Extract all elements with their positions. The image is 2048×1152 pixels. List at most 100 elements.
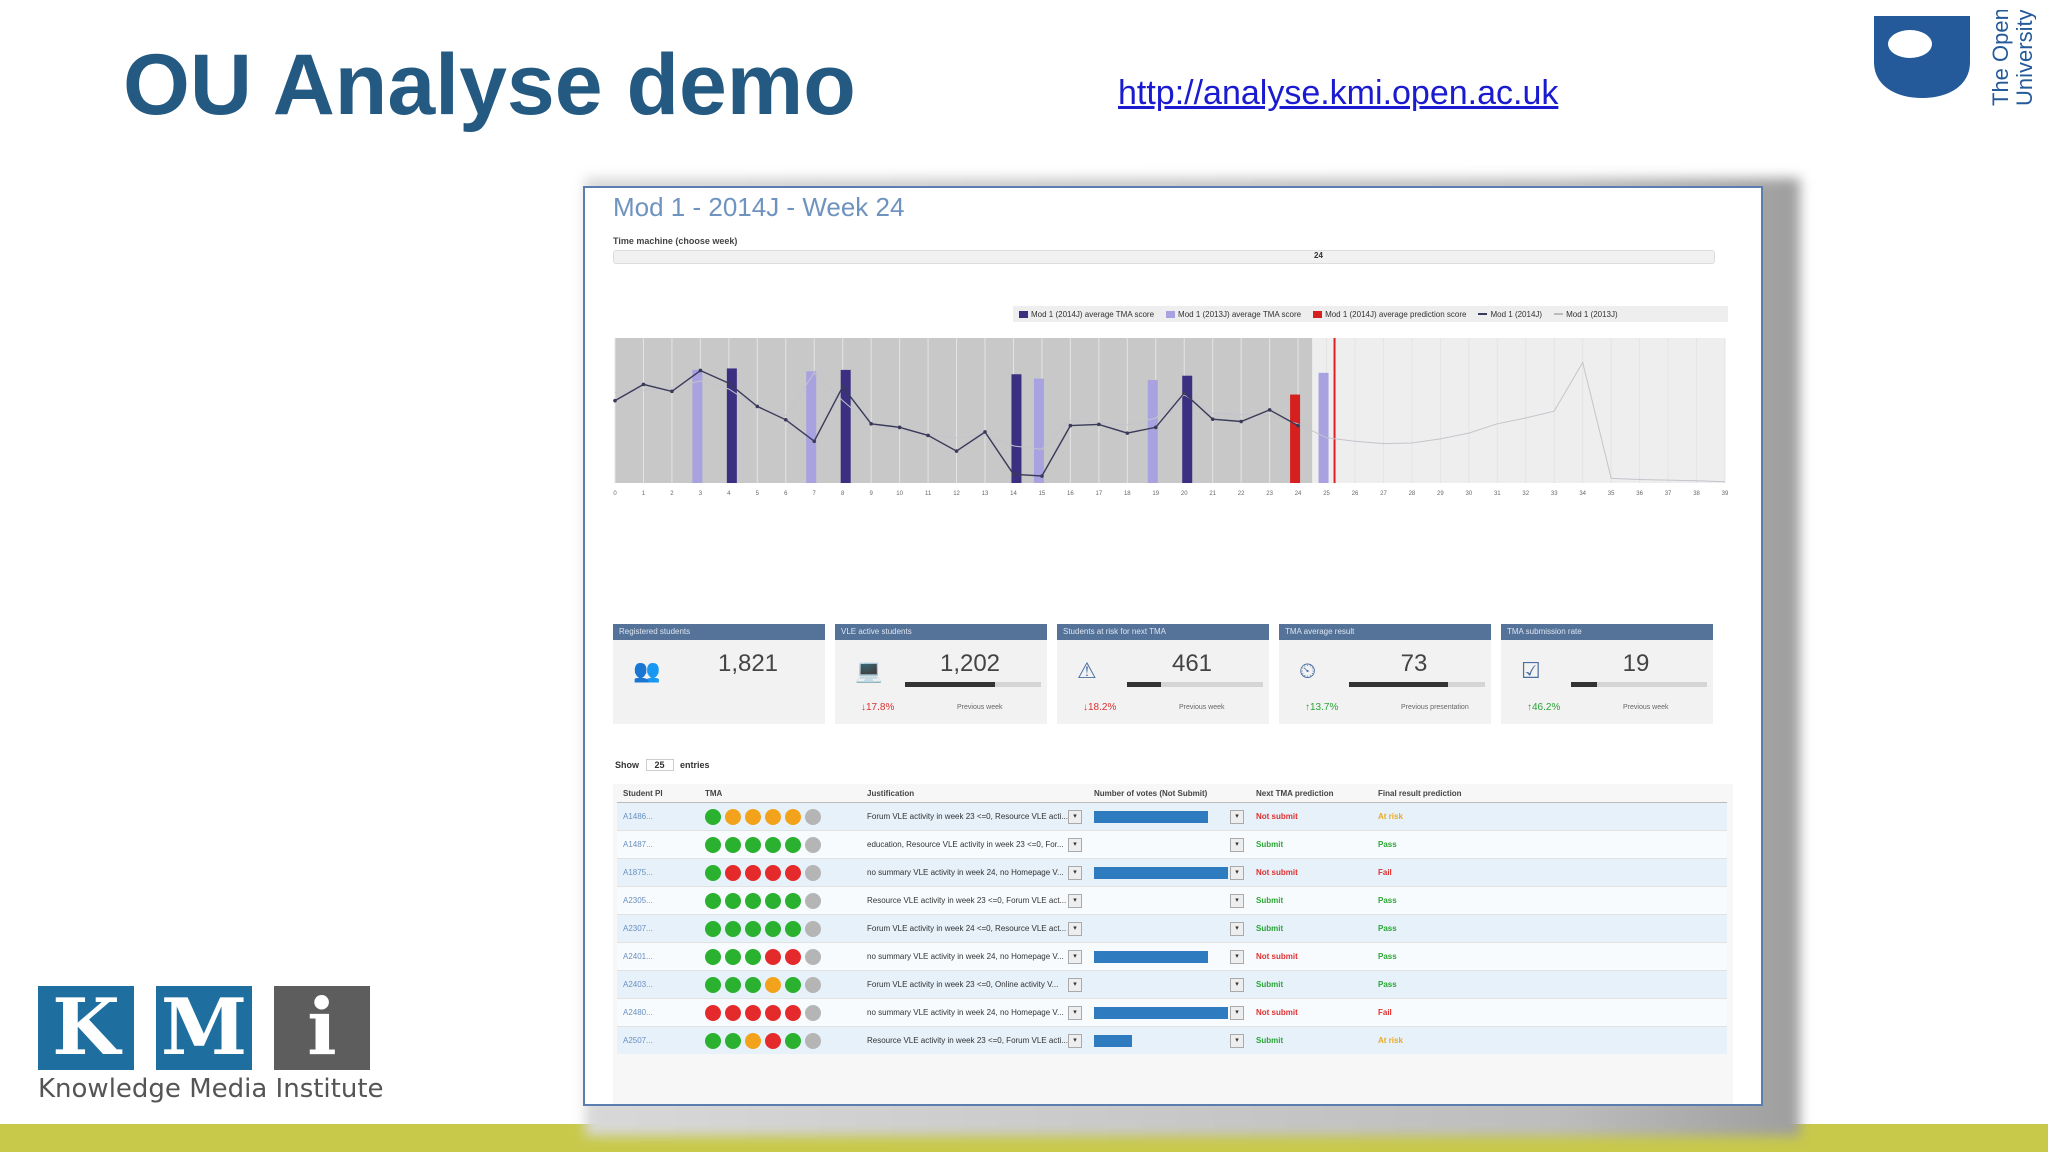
- chevron-down-icon[interactable]: ▾: [1068, 977, 1082, 992]
- x-tick-label: 27: [1380, 491, 1387, 497]
- mod-2014j-point: [1068, 423, 1073, 428]
- chevron-down-icon[interactable]: ▾: [1068, 1005, 1082, 1020]
- tma-status-dot: [785, 1004, 801, 1021]
- chevron-down-icon[interactable]: ▾: [1068, 809, 1082, 824]
- col-final-result[interactable]: Final result prediction: [1372, 784, 1727, 803]
- tma-activity-chart: 0 1 2 3 4 5 6 7 8 9 10 11 12 13 14 15 16 17 18 19 20 21 22 23 24…: [613, 338, 1729, 497]
- tma-status-dot: [785, 836, 801, 853]
- chevron-down-icon[interactable]: ▾: [1230, 893, 1244, 908]
- stat-header: Registered students: [613, 624, 825, 640]
- tma-dots: [699, 970, 861, 999]
- justification-text: no summary VLE activity in week 24, no H…: [867, 952, 1064, 961]
- col-justification[interactable]: Justification: [861, 784, 1088, 803]
- x-tick-label: 17: [1096, 491, 1103, 497]
- student-id: A2307...: [617, 914, 699, 943]
- mod-2014j-point: [1296, 423, 1300, 428]
- x-tick-label: 33: [1551, 491, 1558, 497]
- tma-dots: [699, 942, 861, 971]
- chevron-down-icon[interactable]: ▾: [1068, 1033, 1082, 1048]
- table-row[interactable]: A1486... Forum VLE activity in week 23 <=…: [617, 802, 1727, 831]
- tma-status-dot: [705, 1004, 721, 1021]
- chevron-down-icon[interactable]: ▾: [1230, 865, 1244, 880]
- x-tick-label: 7: [813, 491, 817, 497]
- table-row[interactable]: A2403... Forum VLE activity in week 23 <=…: [617, 970, 1727, 999]
- legend-item[interactable]: Mod 1 (2014J) average prediction score: [1313, 310, 1466, 319]
- col-next-tma[interactable]: Next TMA prediction: [1250, 784, 1372, 803]
- legend-item[interactable]: Mod 1 (2014J): [1478, 310, 1542, 319]
- chevron-down-icon[interactable]: ▾: [1230, 1033, 1244, 1048]
- table-row[interactable]: A2401... no summary VLE activity in week …: [617, 942, 1727, 971]
- tma-dots: [699, 886, 861, 915]
- show-label: Show: [615, 760, 639, 770]
- votes-cell: ▾: [1094, 865, 1244, 880]
- table-row[interactable]: A1487... education, Resource VLE activity…: [617, 830, 1727, 859]
- x-tick-label: 9: [869, 491, 873, 497]
- tma-status-dot: [705, 948, 721, 965]
- mod-2014j-point: [926, 433, 930, 438]
- col-votes[interactable]: Number of votes (Not Submit): [1088, 784, 1250, 803]
- show-entries-select[interactable]: 25: [645, 759, 674, 771]
- tma-status-dot: [745, 836, 761, 853]
- mod-2014j-point: [783, 417, 788, 422]
- chevron-down-icon[interactable]: ▾: [1068, 893, 1082, 908]
- votes: ▾: [1088, 914, 1250, 943]
- col-student[interactable]: Student PI: [617, 784, 699, 803]
- tma-status-dot: [745, 1032, 761, 1049]
- x-tick-label: 21: [1209, 491, 1216, 497]
- tma-status-dot: [705, 808, 721, 825]
- legend-item[interactable]: Mod 1 (2013J) average TMA score: [1166, 310, 1301, 319]
- tma-dots: [699, 830, 861, 859]
- tma-status-dot: [705, 836, 721, 853]
- student-id: A2403...: [617, 970, 699, 999]
- legend-swatch: [1478, 313, 1488, 315]
- analyse-link[interactable]: http://analyse.kmi.open.ac.uk: [1118, 74, 1558, 113]
- table-body: A1486... Forum VLE activity in week 23 <=…: [617, 802, 1727, 1054]
- chevron-down-icon[interactable]: ▾: [1068, 837, 1082, 852]
- stat-change: ↓17.8%: [861, 702, 895, 713]
- chevron-down-icon[interactable]: ▾: [1068, 949, 1082, 964]
- chevron-down-icon[interactable]: ▾: [1068, 865, 1082, 880]
- table-row[interactable]: A2507... Resource VLE activity in week 23…: [617, 1026, 1727, 1054]
- mod-2014j-point: [698, 368, 703, 373]
- next-tma-prediction: Submit: [1250, 830, 1372, 859]
- ou-analyse-dashboard: Mod 1 - 2014J - Week 24 Time machine (ch…: [583, 186, 1763, 1106]
- legend-item[interactable]: Mod 1 (2013J): [1554, 310, 1618, 319]
- stat-footer: Previous week: [1179, 704, 1225, 711]
- chevron-down-icon[interactable]: ▾: [1230, 1005, 1244, 1020]
- tma-status-dot: [805, 892, 821, 909]
- x-tick-label: 12: [953, 491, 960, 497]
- stat-value: 1,202: [939, 650, 1001, 677]
- chevron-down-icon[interactable]: ▾: [1230, 949, 1244, 964]
- final-result-prediction: At risk: [1372, 1026, 1727, 1054]
- chevron-down-icon[interactable]: ▾: [1230, 837, 1244, 852]
- final-result-prediction: Pass: [1372, 830, 1727, 859]
- votes-bar: [1094, 950, 1208, 963]
- table-row[interactable]: A2307... Forum VLE activity in week 24 <=…: [617, 914, 1727, 943]
- x-tick-label: 3: [699, 491, 703, 497]
- x-tick-label: 10: [896, 491, 903, 497]
- justification: no summary VLE activity in week 24, no H…: [861, 942, 1088, 971]
- table-row[interactable]: A2480... no summary VLE activity in week …: [617, 998, 1727, 1027]
- mod-2014j-point: [727, 381, 731, 386]
- student-id: A2480...: [617, 998, 699, 1027]
- mod-2014j-point: [1125, 431, 1130, 435]
- justification: Forum VLE activity in week 24 <=0, Resou…: [861, 914, 1088, 943]
- tma-status-dot: [725, 948, 741, 965]
- chevron-down-icon[interactable]: ▾: [1230, 977, 1244, 992]
- table-row[interactable]: A1875... no summary VLE activity in week …: [617, 858, 1727, 887]
- time-machine-slider[interactable]: 24: [613, 250, 1715, 264]
- col-tma[interactable]: TMA: [699, 784, 861, 803]
- chevron-down-icon[interactable]: ▾: [1230, 809, 1244, 824]
- legend-item[interactable]: Mod 1 (2014J) average TMA score: [1019, 310, 1154, 319]
- x-tick-label: 1: [642, 491, 646, 497]
- chevron-down-icon[interactable]: ▾: [1230, 921, 1244, 936]
- x-tick-label: 39: [1722, 491, 1729, 497]
- table-row[interactable]: A2305... Resource VLE activity in week 23…: [617, 886, 1727, 915]
- chevron-down-icon[interactable]: ▾: [1068, 921, 1082, 936]
- tma-status-dot: [785, 976, 801, 993]
- tma-status-dot: [725, 1004, 741, 1021]
- tma-status-dot: [745, 920, 761, 937]
- stat-header: VLE active students: [835, 624, 1047, 640]
- tma-status-dot: [805, 808, 821, 825]
- show-suffix: entries: [680, 760, 710, 770]
